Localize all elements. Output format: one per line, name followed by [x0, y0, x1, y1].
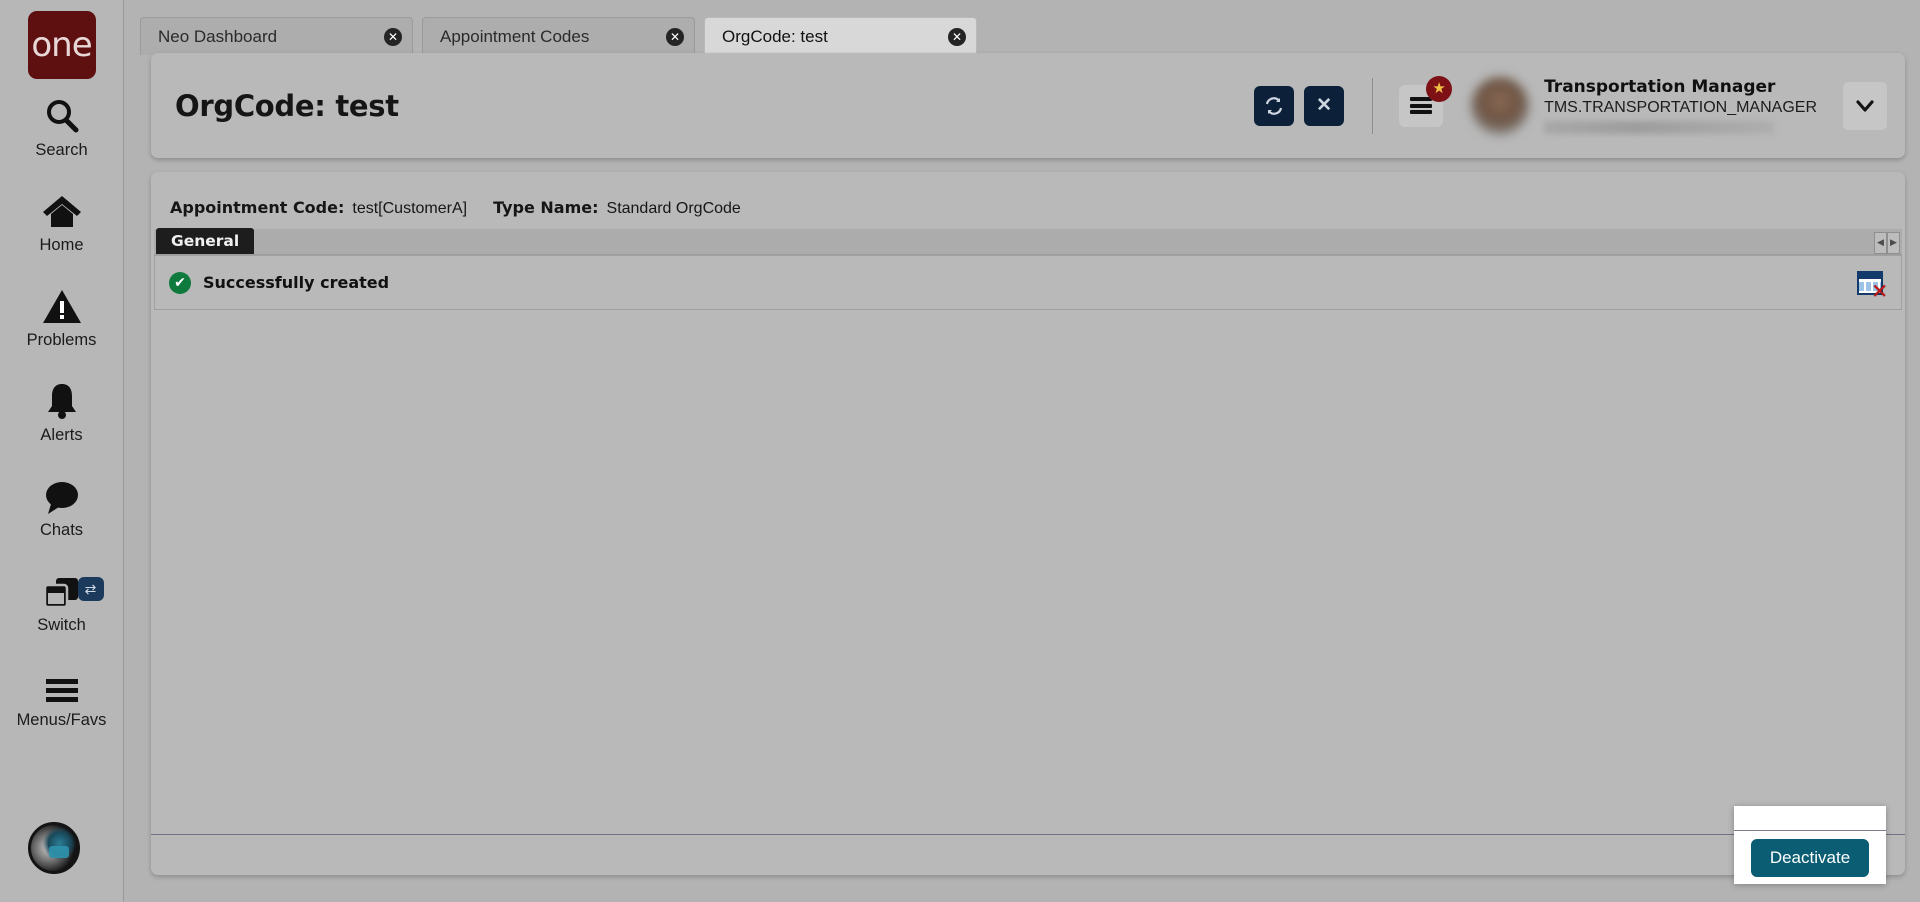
content-footer-divider [151, 834, 1905, 835]
refresh-icon [1265, 96, 1283, 115]
user-detail-redacted [1544, 121, 1775, 134]
user-profile-block[interactable]: Transportation Manager TMS.TRANSPORTATIO… [1471, 76, 1817, 135]
tab-neo-dashboard[interactable]: Neo Dashboard ✕ [140, 17, 413, 55]
menus-favorites-button[interactable]: ★ [1399, 75, 1453, 127]
hamburger-icon [43, 664, 81, 706]
rail-label-problems: Problems [26, 330, 97, 349]
chat-bubble-icon [42, 474, 82, 516]
action-popover: Deactivate [1734, 806, 1886, 884]
tab-orgcode-test[interactable]: OrgCode: test ✕ [704, 17, 977, 57]
home-icon [41, 189, 83, 231]
content-tab-bar: General ◀ ▶ [154, 228, 1902, 255]
rail-label-home: Home [39, 235, 84, 254]
tab-general[interactable]: General [156, 228, 255, 254]
switch-windows-icon [42, 569, 82, 611]
page-title: OrgCode: test [175, 88, 399, 123]
record-summary-row: Appointment Code: test[CustomerA] Type N… [170, 198, 767, 218]
rail-item-alerts[interactable]: Alerts [0, 364, 124, 459]
chevron-down-icon [1856, 99, 1874, 112]
browser-tab-strip: Neo Dashboard ✕ Appointment Codes ✕ OrgC… [140, 13, 986, 57]
success-check-icon: ✔ [169, 271, 191, 294]
info-value-type-name: Standard OrgCode [606, 200, 741, 217]
rail-item-switch[interactable]: ⇄ Switch [0, 554, 124, 649]
header-divider [1372, 77, 1374, 134]
tab-scroll-left-button[interactable]: ◀ [1874, 232, 1887, 254]
refresh-button[interactable] [1254, 85, 1295, 126]
tab-label: OrgCode: test [722, 26, 828, 46]
tab-appointment-codes[interactable]: Appointment Codes ✕ [422, 17, 695, 55]
brand-logo[interactable]: one [27, 11, 96, 79]
tab-label: Neo Dashboard [158, 26, 278, 46]
tab-close-icon[interactable]: ✕ [666, 27, 684, 46]
user-name: Transportation Manager [1544, 77, 1776, 97]
close-page-button[interactable]: ✕ [1304, 85, 1345, 126]
user-text: Transportation Manager TMS.TRANSPORTATIO… [1544, 77, 1817, 134]
rail-label-search: Search [35, 140, 88, 159]
red-x-overlay-icon: ✕ [1871, 278, 1888, 303]
favorites-star-badge-icon: ★ [1426, 75, 1453, 102]
tab-close-icon[interactable]: ✕ [948, 27, 966, 46]
rail-item-search[interactable]: Search [0, 79, 124, 174]
tab-scroll-controls: ◀ ▶ [1874, 232, 1902, 254]
rail-item-problems[interactable]: Problems [0, 269, 124, 364]
rail-label-alerts: Alerts [40, 425, 83, 444]
status-message-panel: ✔ Successfully created ✕ [154, 255, 1902, 310]
header-actions: ✕ ★ Transportation Manager TMS.TRANSPORT… [1244, 75, 1905, 135]
switch-badge-icon[interactable]: ⇄ [77, 577, 104, 601]
tab-label: Appointment Codes [440, 26, 590, 46]
status-message-text: Successfully created [203, 273, 390, 292]
user-role: TMS.TRANSPORTATION_MANAGER [1544, 99, 1817, 116]
deactivate-button[interactable]: Deactivate [1750, 839, 1870, 877]
brand-logo-text: one [31, 25, 92, 65]
content-panel: Appointment Code: test[CustomerA] Type N… [151, 172, 1905, 875]
rail-item-chats[interactable]: Chats [0, 459, 124, 554]
page-header: OrgCode: test ✕ ★ Transportation Manager [151, 53, 1905, 158]
clear-grid-icon[interactable]: ✕ [1857, 270, 1888, 301]
tab-close-icon[interactable]: ✕ [384, 27, 402, 46]
bell-icon [43, 379, 81, 421]
rail-item-menus-favs[interactable]: Menus/Favs [0, 649, 124, 744]
popover-divider [1734, 830, 1886, 831]
rail-label-switch: Switch [37, 615, 86, 634]
warning-triangle-icon [42, 284, 82, 326]
rail-item-home[interactable]: Home [0, 174, 124, 269]
close-icon: ✕ [1316, 95, 1333, 116]
info-key-appointment-code: Appointment Code: [170, 198, 345, 217]
ai-assistant-avatar-icon[interactable] [28, 822, 80, 874]
rail-label-chats: Chats [39, 520, 84, 539]
left-navigation-rail: one Search Home Problems Alerts Chats ⇄ … [0, 0, 124, 902]
avatar [1471, 76, 1530, 135]
info-key-type-name: Type Name: [493, 198, 599, 217]
search-icon [42, 94, 82, 136]
info-value-appointment-code: test[CustomerA] [352, 200, 468, 217]
tab-scroll-right-button[interactable]: ▶ [1887, 232, 1900, 254]
user-menu-dropdown-button[interactable] [1843, 81, 1887, 130]
rail-label-menus-favs: Menus/Favs [16, 710, 107, 729]
